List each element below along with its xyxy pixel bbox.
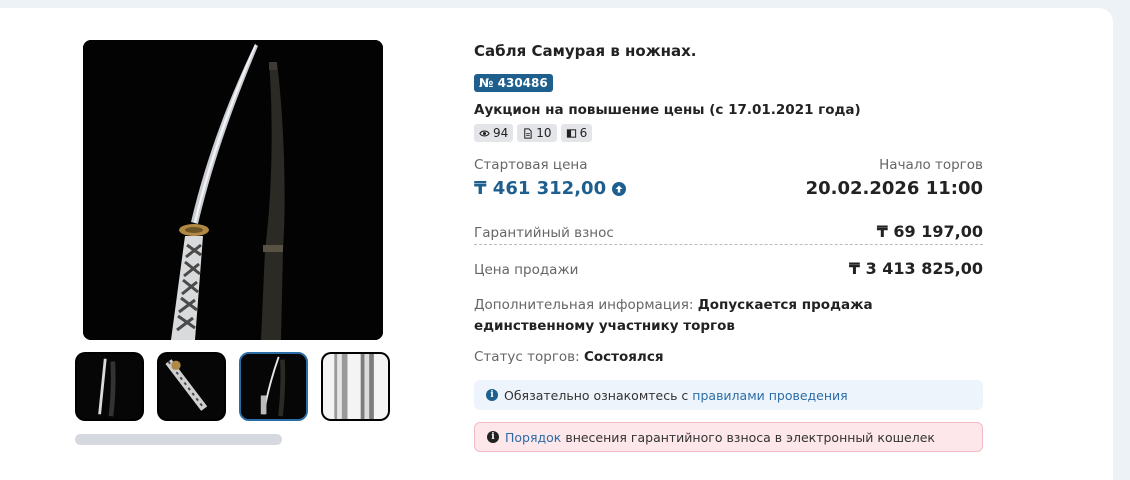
auction-status: Статус торгов: Состоялся [474,349,664,365]
sale-price-label: Цена продажи [474,262,579,278]
sale-price-value: ₸ 3 413 825,00 [848,259,983,278]
lot-title: Сабля Самурая в ножнах. [474,42,697,60]
info-icon: i [487,431,499,443]
start-price: ₸ 461 312,00 [474,178,627,199]
document-icon [524,127,532,139]
lot-number-badge: № 430486 [474,74,553,92]
thumbnail-1[interactable] [75,352,144,421]
deposit-procedure-link[interactable]: Порядок [505,430,561,445]
start-price-value: ₸ 461 312,00 [474,178,607,199]
sword-image [83,40,383,340]
auction-type: Аукцион на повышение цены (с 17.01.2021 … [474,102,861,118]
photos-count: 6 [579,126,588,140]
lot-stats: 94 10 6 [474,124,593,142]
status-value: Состоялся [583,349,664,365]
status-label: Статус торгов: [474,349,580,365]
sale-price-row: Цена продажи ₸ 3 413 825,00 [474,259,983,278]
docs-stat: 10 [517,124,557,142]
additional-info: Дополнительная информация: Допускается п… [474,295,983,337]
start-price-label: Стартовая цена [474,157,588,173]
main-photo[interactable] [83,40,383,340]
auction-start-label: Начало торгов [879,157,983,173]
guarantee-label: Гарантийный взнос [474,225,614,241]
views-count: 94 [493,126,509,140]
thumbnail-2[interactable] [157,352,226,421]
eye-icon [479,130,490,136]
auction-start-date: 20.02.2026 11:00 [805,178,983,199]
docs-count: 10 [536,126,552,140]
rules-link[interactable]: правилами проведения [692,388,847,403]
guarantee-row: Гарантийный взнос ₸ 69 197,00 [474,222,983,245]
deposit-notice-suffix: внесения гарантийного взноса в электронн… [565,429,935,445]
info-icon: i [486,389,498,401]
guarantee-value: ₸ 69 197,00 [876,222,983,241]
lot-card: Сабля Самурая в ножнах. № 430486 Аукцион… [0,8,1113,480]
deposit-notice: i Порядок внесения гарантийного взноса в… [474,422,983,452]
additional-info-label: Дополнительная информация: [474,297,694,313]
gallery-scrollbar[interactable] [75,434,282,445]
thumbnail-4[interactable] [321,352,390,421]
rules-notice-prefix: Обязательно ознакомтесь с [504,387,689,403]
thumbnail-3[interactable] [239,352,308,421]
views-stat: 94 [474,124,514,142]
rules-notice-text: Обязательно ознакомтесь с правилами пров… [504,388,848,403]
thumbnail-strip [75,352,390,421]
images-icon [566,128,576,138]
deposit-notice-text: Порядок внесения гарантийного взноса в э… [505,430,935,445]
arrow-up-icon[interactable] [612,181,627,196]
photos-stat: 6 [560,124,593,142]
rules-notice: i Обязательно ознакомтесь с правилами пр… [474,380,983,410]
